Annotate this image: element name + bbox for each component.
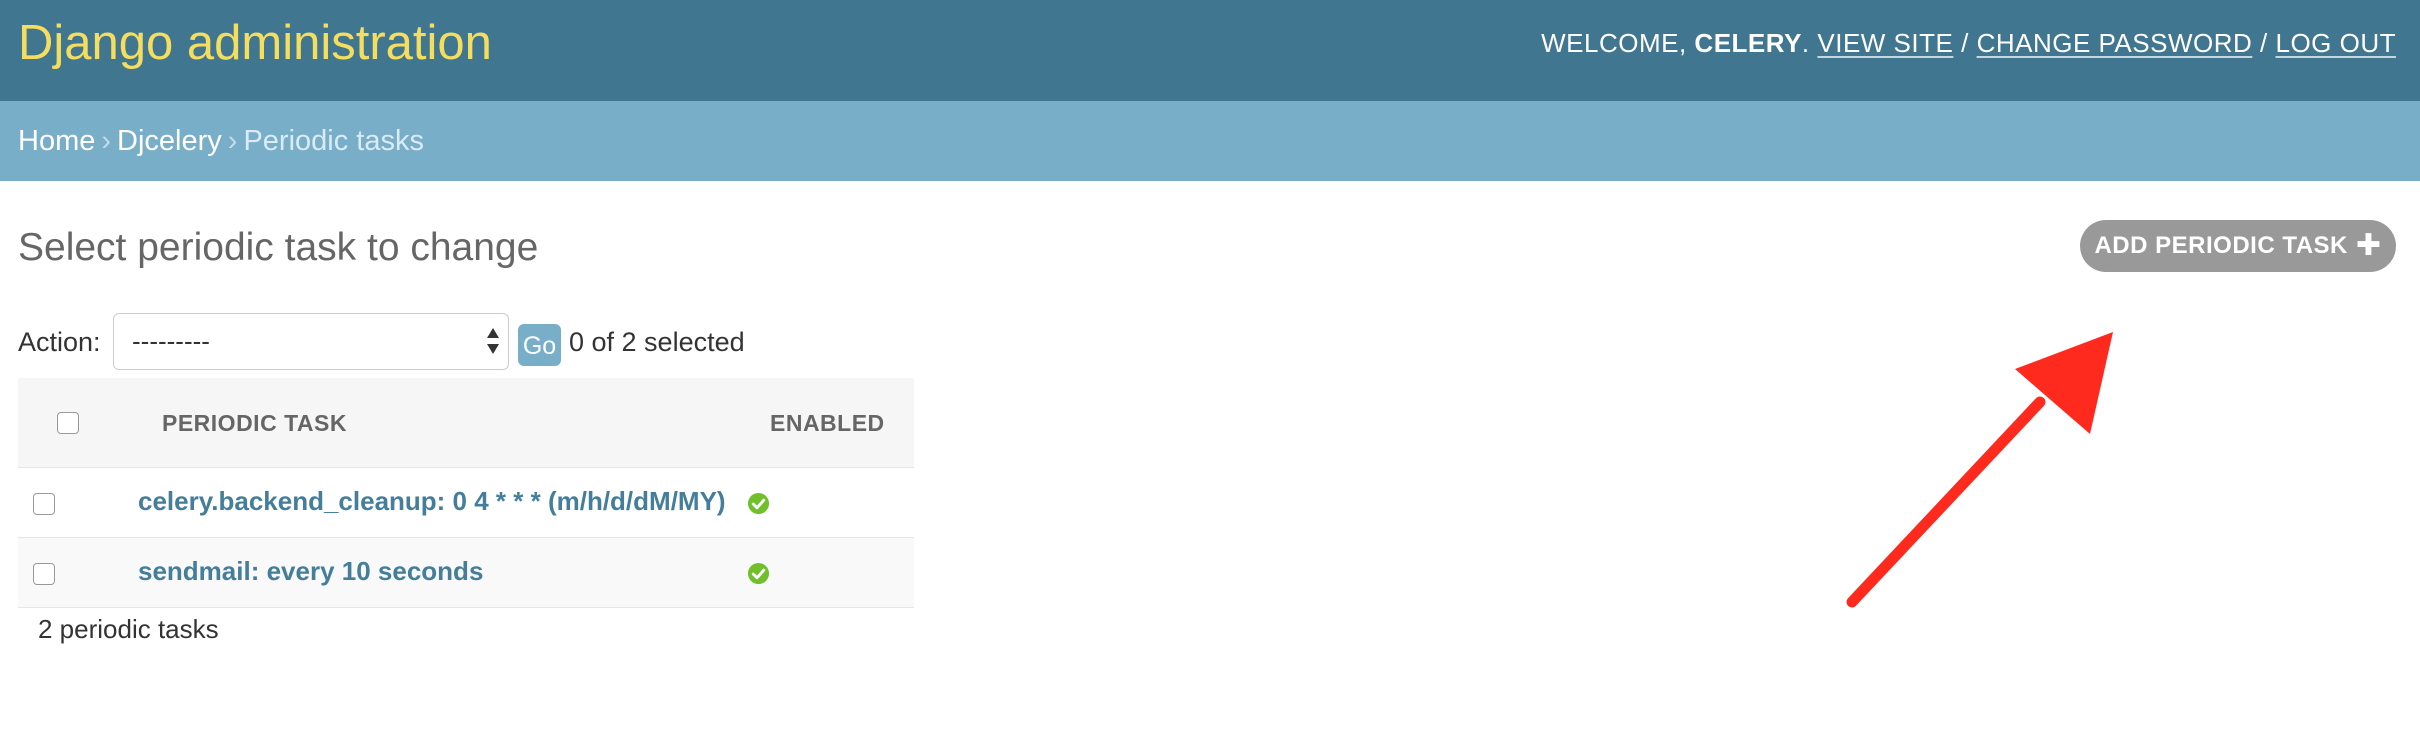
- separator: /: [2260, 28, 2268, 58]
- welcome-text: WELCOME,: [1541, 28, 1687, 58]
- column-header-periodic-task[interactable]: PERIODIC TASK: [162, 378, 347, 468]
- selection-counter: 0 of 2 selected: [569, 327, 745, 357]
- check-circle-icon: [747, 492, 770, 515]
- row-checkbox[interactable]: [33, 493, 55, 515]
- task-link[interactable]: celery.backend_cleanup: 0 4 * * * (m/h/d…: [138, 468, 726, 534]
- breadcrumb: Home › Djcelery › Periodic tasks: [0, 101, 2420, 181]
- table-row: sendmail: every 10 seconds: [18, 538, 914, 608]
- action-select-value: ---------: [132, 326, 210, 356]
- site-branding[interactable]: Django administration: [18, 0, 492, 86]
- separator: /: [1961, 28, 1969, 58]
- table-header: PERIODIC TASK ENABLED: [18, 378, 914, 468]
- select-all-checkbox[interactable]: [57, 412, 79, 434]
- annotation-arrow-icon: [1846, 332, 2113, 608]
- check-circle-icon: [747, 562, 770, 585]
- add-periodic-task-button[interactable]: ADD PERIODIC TASK ✚: [2080, 220, 2396, 272]
- log-out-link[interactable]: LOG OUT: [2275, 28, 2396, 58]
- header: Django administration WELCOME, CELERY. V…: [0, 0, 2420, 101]
- change-password-link[interactable]: CHANGE PASSWORD: [1977, 28, 2253, 58]
- table-row: celery.backend_cleanup: 0 4 * * * (m/h/d…: [18, 468, 914, 538]
- breadcrumb-home-link[interactable]: Home: [18, 125, 95, 157]
- column-header-enabled[interactable]: ENABLED: [770, 378, 885, 468]
- row-checkbox[interactable]: [33, 563, 55, 585]
- go-button[interactable]: Go: [518, 324, 561, 366]
- add-button-label: ADD PERIODIC TASK: [2094, 232, 2348, 259]
- breadcrumb-separator: ›: [101, 125, 112, 157]
- breadcrumb-app-link[interactable]: Djcelery: [117, 125, 222, 157]
- paginator: 2 periodic tasks: [38, 614, 219, 644]
- action-label: Action:: [18, 327, 101, 357]
- select-arrows-icon: [487, 328, 499, 354]
- plus-icon: ✚: [2355, 229, 2382, 262]
- page-title: Select periodic task to change: [18, 226, 539, 269]
- breadcrumb-separator: ›: [227, 125, 238, 157]
- view-site-link[interactable]: VIEW SITE: [1817, 28, 1953, 58]
- username: CELERY: [1694, 28, 1802, 58]
- breadcrumb-current: Periodic tasks: [243, 125, 424, 157]
- task-link[interactable]: sendmail: every 10 seconds: [138, 538, 483, 604]
- user-tools: WELCOME, CELERY. VIEW SITE / CHANGE PASS…: [1541, 0, 2396, 86]
- action-select[interactable]: ---------: [113, 313, 509, 370]
- username-period: .: [1801, 28, 1810, 58]
